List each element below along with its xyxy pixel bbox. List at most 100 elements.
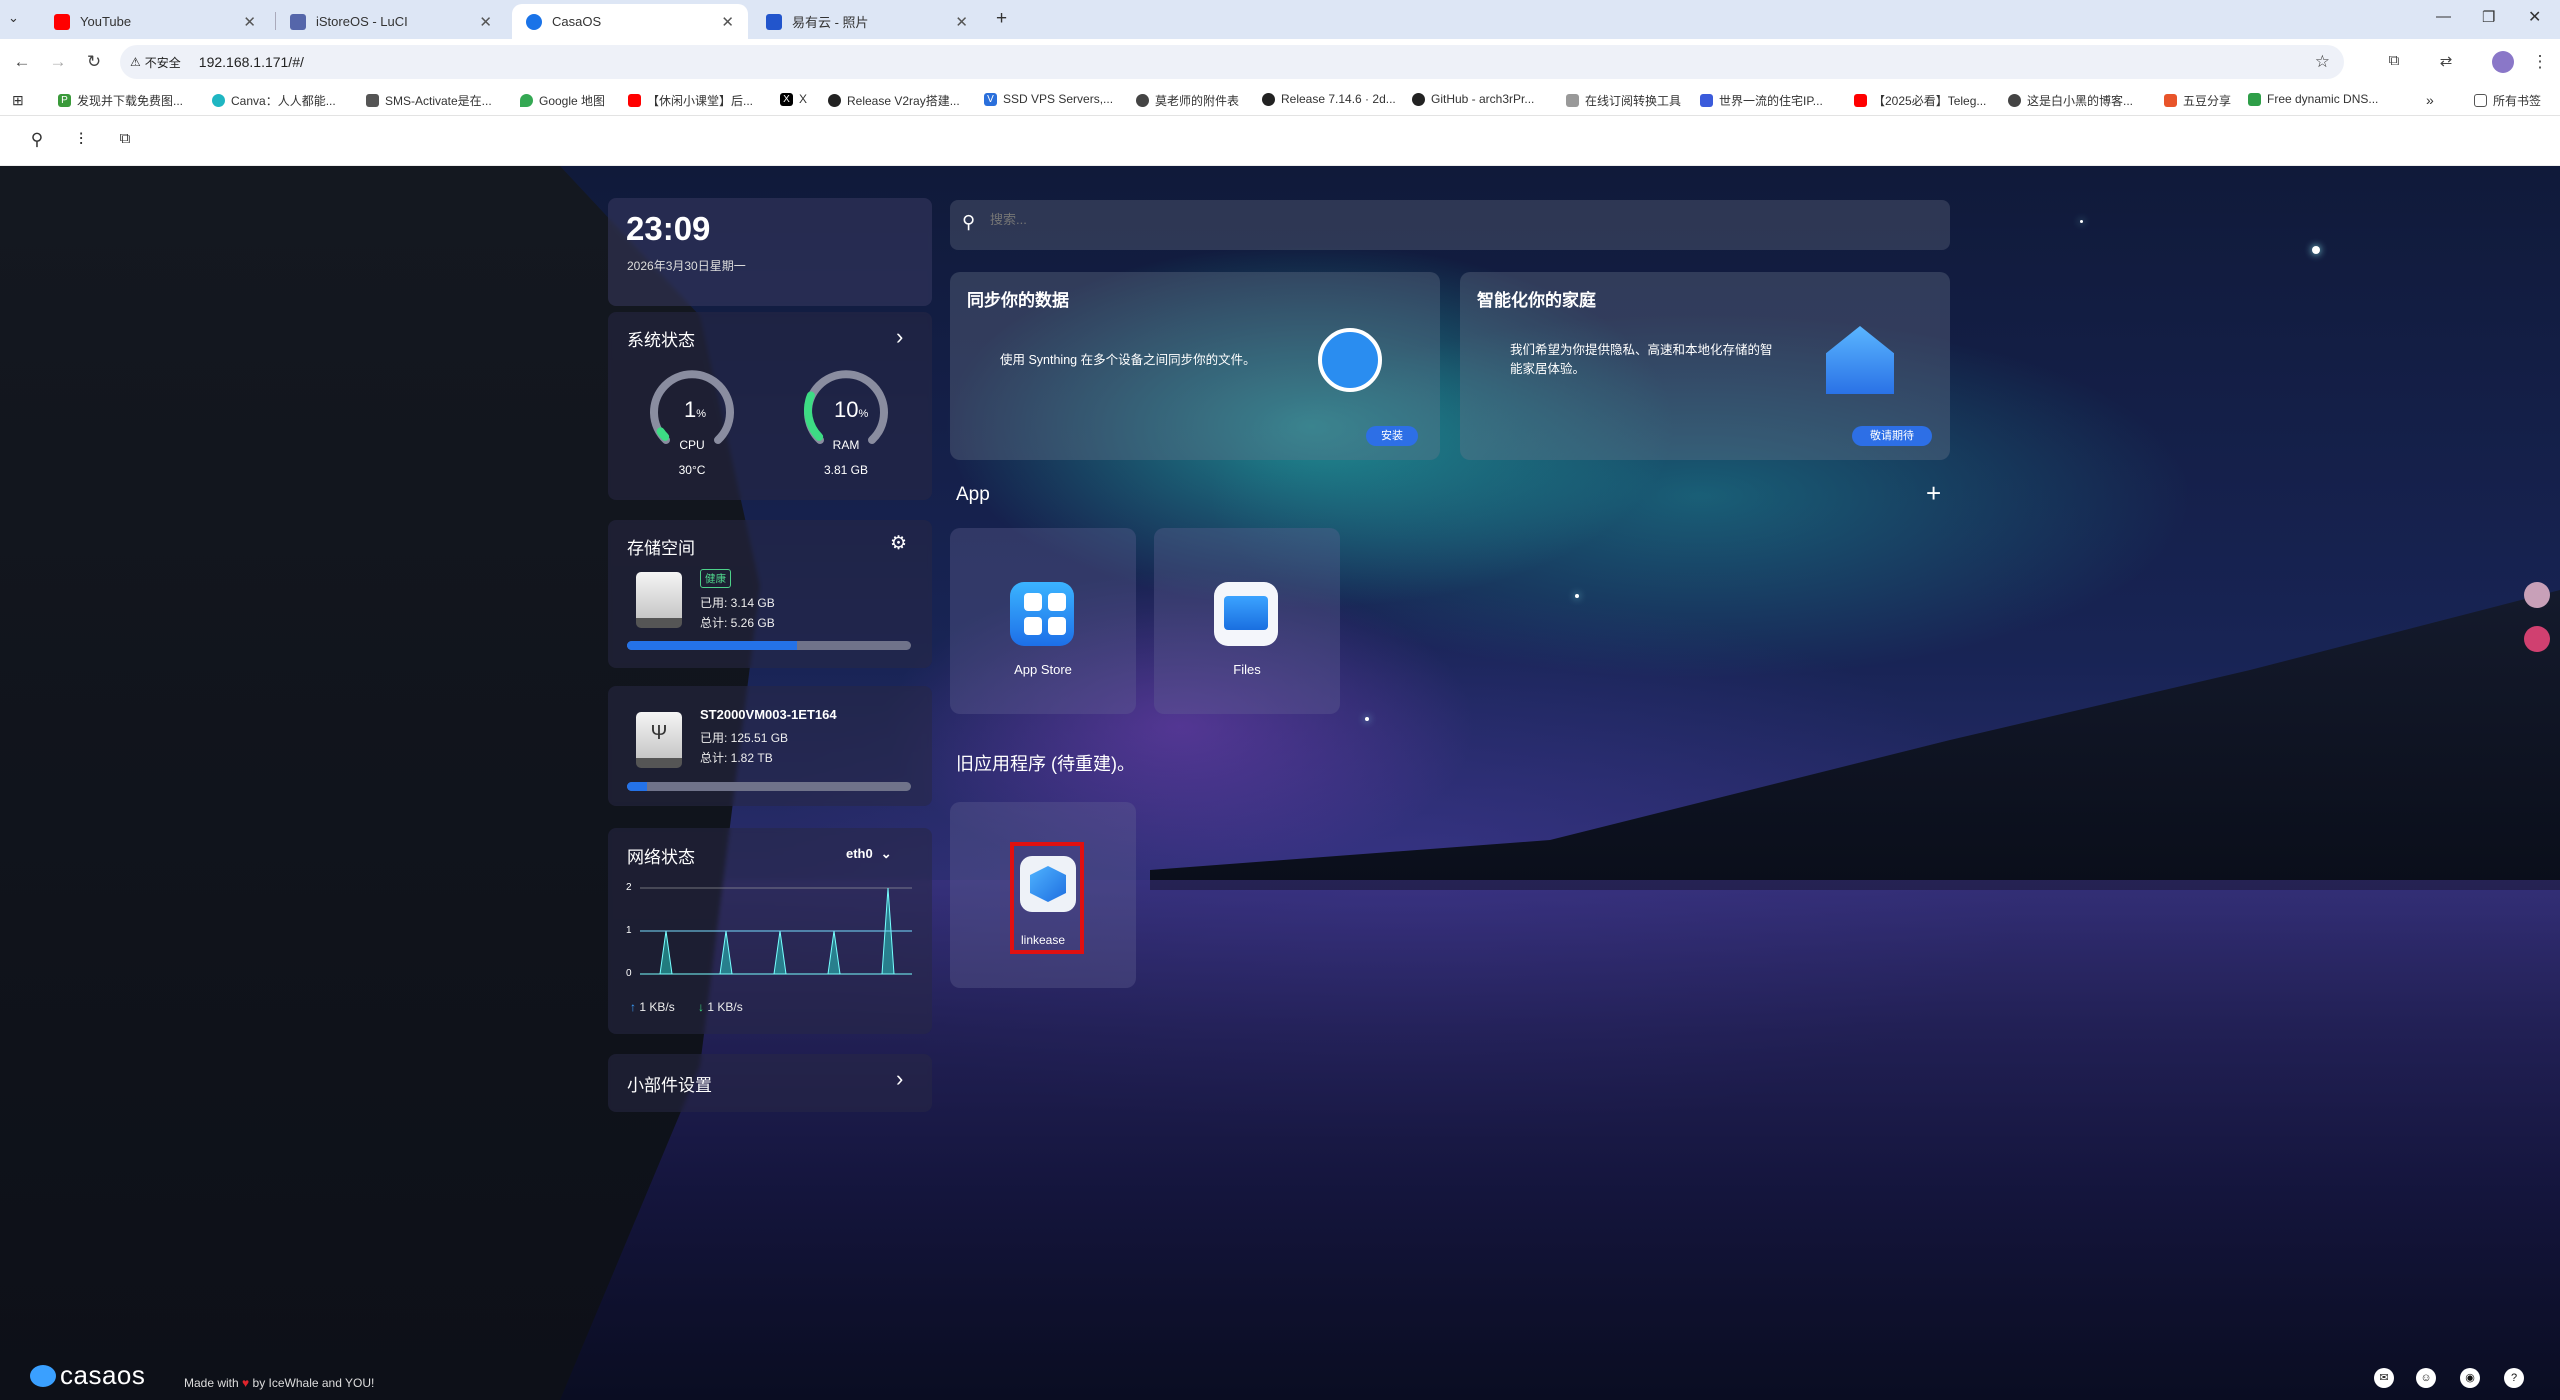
- translate-icon[interactable]: ⇄: [2436, 52, 2456, 70]
- close-window-button[interactable]: ✕: [2528, 7, 2541, 27]
- bookmark-item[interactable]: 莫老师的附件表: [1136, 92, 1239, 109]
- bookmark-icon: [1566, 94, 1579, 107]
- bookmark-item[interactable]: 世界一流的住宅IP...: [1700, 92, 1823, 109]
- add-app-button[interactable]: +: [1926, 478, 1941, 509]
- close-icon[interactable]: ✕: [955, 13, 968, 31]
- syncthing-icon: [1318, 328, 1382, 392]
- chevron-right-icon[interactable]: ›: [896, 324, 903, 350]
- chevron-right-icon[interactable]: ›: [896, 1066, 903, 1092]
- bookmark-item[interactable]: Release 7.14.6 · 2d...: [1262, 92, 1396, 106]
- bookmark-item[interactable]: V SSD VPS Servers,...: [984, 92, 1113, 106]
- new-tab-button[interactable]: +: [996, 8, 1007, 30]
- back-icon[interactable]: ←: [12, 52, 32, 72]
- forward-icon[interactable]: →: [48, 52, 68, 72]
- search-bar[interactable]: ⚲: [950, 200, 1950, 250]
- install-button[interactable]: 安装: [1366, 426, 1418, 446]
- clock-time: 23:09: [626, 210, 711, 247]
- bookmark-item[interactable]: 【休闲小课堂】后...: [628, 92, 753, 109]
- legacy-apps-title: 旧应用程序 (待重建)。: [956, 754, 1135, 774]
- gear-icon[interactable]: ⚙: [890, 532, 907, 555]
- feedback-icon[interactable]: ?: [2504, 1368, 2524, 1388]
- arrow-up-icon: ↑: [630, 1000, 636, 1014]
- bookmark-item[interactable]: P 发现并下载免费图...: [58, 92, 183, 109]
- bookmark-item[interactable]: SMS-Activate是在...: [366, 92, 492, 109]
- smart-home-card-desc-2: 能家居体验。: [1510, 362, 1586, 376]
- bookmark-item[interactable]: 【2025必看】Teleg...: [1854, 92, 1986, 109]
- terminal-icon[interactable]: ⧉: [114, 130, 136, 147]
- storage-title: 存储空间: [627, 539, 695, 558]
- security-label[interactable]: 不安全: [145, 54, 181, 71]
- cpu-label: CPU: [679, 438, 705, 452]
- tab-title: iStoreOS - LuCI: [316, 14, 408, 29]
- floating-app-icon[interactable]: [2524, 626, 2550, 652]
- tab-yiyouyun[interactable]: 易有云 - 照片 ✕: [752, 4, 982, 39]
- chevron-down-icon: ⌄: [880, 846, 892, 861]
- minimize-button[interactable]: —: [2436, 8, 2451, 25]
- tab-istoreos[interactable]: iStoreOS - LuCI ✕: [276, 4, 506, 39]
- more-bookmarks-icon[interactable]: »: [2426, 92, 2434, 108]
- bookmarks-folder[interactable]: 所有书签: [2474, 92, 2541, 109]
- omnibox[interactable]: ⚠ 不安全 192.168.1.171/#/ ☆: [120, 45, 2344, 79]
- profile-avatar[interactable]: [2492, 51, 2514, 73]
- sync-card-desc: 使用 Synthing 在多个设备之间同步你的文件。: [1000, 353, 1256, 367]
- discord-icon[interactable]: ☺: [2416, 1368, 2436, 1388]
- bookmark-item[interactable]: GitHub - arch3rPr...: [1412, 92, 1534, 106]
- floating-app-icon[interactable]: [2524, 582, 2550, 608]
- bookmark-item[interactable]: 五豆分享: [2164, 92, 2231, 109]
- tab-youtube[interactable]: YouTube ✕: [40, 4, 270, 39]
- bookmark-item[interactable]: Canva：人人都能...: [212, 92, 336, 109]
- search-input[interactable]: [990, 212, 1890, 227]
- bookmark-star-icon[interactable]: ☆: [2315, 52, 2330, 72]
- casaos-top-bar: [0, 116, 2560, 166]
- tab-search-button[interactable]: ⌄: [8, 10, 19, 26]
- linkease-icon: [1020, 856, 1076, 912]
- apps-grid-icon[interactable]: ⊞: [12, 92, 24, 109]
- disk2-usage-bar: [627, 782, 911, 791]
- close-icon[interactable]: ✕: [721, 13, 734, 31]
- bookmark-item[interactable]: Release V2ray搭建...: [828, 92, 960, 109]
- y-tick: 1: [626, 925, 632, 936]
- files-tile[interactable]: Files: [1154, 528, 1340, 714]
- disk1-usage-bar: [627, 641, 911, 650]
- x-icon: X: [780, 92, 793, 106]
- cpu-gauge-fill: [656, 427, 670, 441]
- casaos-logo-icon: [30, 1364, 56, 1387]
- network-title: 网络状态: [627, 848, 695, 867]
- chat-icon[interactable]: ✉: [2374, 1368, 2394, 1388]
- map-pin-icon: [520, 94, 533, 107]
- star: [1365, 717, 1369, 721]
- upload-rate: ↑ 1 KB/s: [630, 1000, 675, 1014]
- user-icon[interactable]: ⚲: [26, 130, 48, 150]
- ram-size: 3.81 GB: [823, 463, 869, 477]
- extensions-icon[interactable]: ⧉: [2384, 52, 2404, 69]
- bookmark-item[interactable]: Google 地图: [520, 92, 605, 109]
- close-icon[interactable]: ✕: [243, 13, 256, 31]
- clock-date: 2026年3月30日星期一: [627, 259, 746, 273]
- coming-soon-button[interactable]: 敬请期待: [1852, 426, 1932, 446]
- close-icon[interactable]: ✕: [479, 13, 492, 31]
- bookmark-item[interactable]: Free dynamic DNS...: [2248, 92, 2378, 106]
- bookmark-item[interactable]: 在线订阅转换工具: [1566, 92, 1681, 109]
- url-text[interactable]: 192.168.1.171/#/: [199, 54, 304, 70]
- app-store-tile[interactable]: App Store: [950, 528, 1136, 714]
- settings-sliders-icon[interactable]: ⫶: [70, 130, 92, 150]
- app-name: App Store: [1014, 662, 1072, 677]
- github-icon: [828, 94, 841, 107]
- wifi-icon: [2248, 92, 2261, 106]
- bookmark-item[interactable]: 这是白小黑的博客...: [2008, 92, 2133, 109]
- menu-icon[interactable]: ⋮: [2530, 52, 2550, 72]
- tab-title: 易有云 - 照片: [792, 15, 869, 30]
- star: [2312, 246, 2320, 254]
- interface-select[interactable]: eth0 ⌄: [846, 846, 892, 862]
- bookmark-item[interactable]: XX: [780, 92, 807, 106]
- reload-icon[interactable]: ↻: [84, 52, 104, 72]
- linkease-tile[interactable]: linkease: [950, 802, 1136, 988]
- arrow-down-icon: ↓: [698, 1000, 704, 1014]
- tab-casaos[interactable]: CasaOS ✕: [512, 4, 748, 39]
- bookmark-icon: [1700, 94, 1713, 107]
- apps-section-title: App: [956, 484, 990, 505]
- yiyouyun-icon: [766, 13, 782, 30]
- restore-button[interactable]: ❐: [2482, 8, 2495, 26]
- bookmark-icon: [366, 94, 379, 107]
- github-icon[interactable]: ◉: [2460, 1368, 2480, 1388]
